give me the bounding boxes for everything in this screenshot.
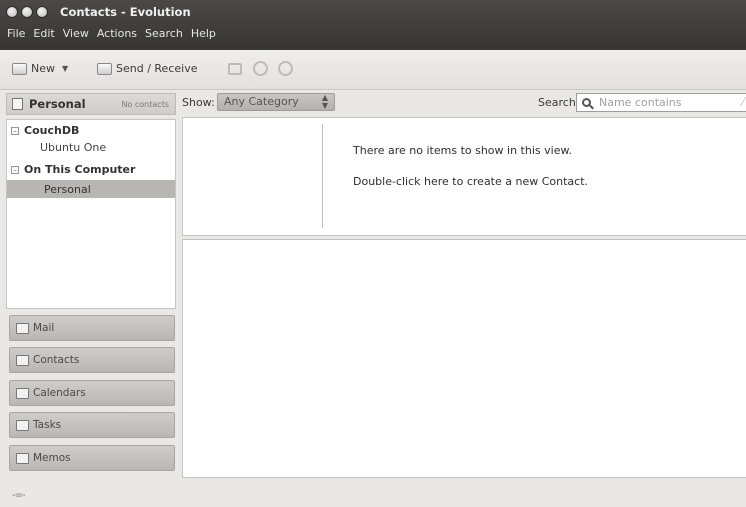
contact-count: No contacts [121,100,169,109]
minimize-window-button[interactable] [21,6,33,18]
tree-group-on-this-computer[interactable]: – On This Computer [7,162,175,177]
category-select[interactable]: Any Category ▲ ▼ [217,93,335,111]
new-contact-icon [12,62,27,75]
switcher-mail[interactable]: Mail [9,315,175,341]
menu-edit[interactable]: Edit [32,27,55,40]
new-button-label: New [31,62,55,75]
menu-bar: File Edit View Actions Search Help [6,27,217,40]
title-bar: Contacts - Evolution File Edit View Acti… [0,0,746,50]
tree-item-label: Personal [44,182,91,196]
switcher-label: Memos [33,452,71,464]
search-label: Search: [538,96,580,109]
filter-bar: Show: Any Category ▲▼ Search: ⁄ [182,93,746,113]
contact-preview-pane [182,239,746,478]
select-arrows-icon: ▲ ▼ [321,93,328,110]
clear-search-icon[interactable]: ⁄ [742,95,744,109]
new-button[interactable]: New ▼ [12,62,68,75]
sidebar-title: Personal [29,97,86,111]
mail-icon [16,322,29,334]
sidebar-header: Personal No contacts [6,93,176,115]
tree-item-ubuntu-one[interactable]: Ubuntu One [7,140,175,155]
send-receive-button[interactable]: Send / Receive [97,62,197,75]
search-field[interactable]: ⁄ [576,93,746,112]
maximize-window-button[interactable] [36,6,48,18]
print-icon[interactable] [228,63,242,75]
switcher-memos[interactable]: Memos [9,445,175,471]
send-receive-label: Send / Receive [116,62,198,75]
tree-item-personal[interactable]: Personal [7,180,175,198]
tree-group-label: CouchDB [24,124,80,137]
contact-list[interactable]: There are no items to show in this view.… [182,117,746,236]
close-window-button[interactable] [6,6,18,18]
show-label: Show: [182,96,215,109]
dropdown-arrow-icon[interactable]: ▼ [62,64,68,73]
menu-file[interactable]: File [6,27,26,40]
send-receive-icon [97,62,112,75]
switcher-calendars[interactable]: Calendars [9,380,175,406]
address-book-icon [12,98,23,110]
create-contact-hint: Double-click here to create a new Contac… [353,175,589,188]
window-controls [6,6,48,18]
category-value: Any Category [224,95,299,108]
tree-item-label: Ubuntu One [40,141,107,154]
menu-help[interactable]: Help [190,27,217,40]
menu-view[interactable]: View [62,27,90,40]
menu-actions[interactable]: Actions [96,27,138,40]
switcher-tasks[interactable]: Tasks [9,412,175,438]
address-book-tree: – CouchDB Ubuntu One – On This Computer … [6,119,176,309]
menu-search[interactable]: Search [144,27,184,40]
switcher-label: Calendars [33,387,86,399]
tree-group-label: On This Computer [24,163,136,176]
calendar-icon [16,387,29,399]
switcher-label: Mail [33,322,55,334]
switcher-label: Tasks [33,419,62,431]
collapse-icon[interactable]: – [11,165,19,174]
memos-icon [16,452,29,464]
contacts-icon [16,354,29,366]
search-icon[interactable] [582,98,591,107]
collapse-icon[interactable]: – [11,126,19,135]
empty-message: There are no items to show in this view. [353,144,572,157]
tasks-icon [16,419,29,431]
switcher-label: Contacts [33,354,80,366]
window-title: Contacts - Evolution [60,5,191,19]
stop-icon[interactable] [253,61,268,76]
search-input[interactable] [599,96,739,109]
tree-group-couchdb[interactable]: – CouchDB [7,123,175,138]
toolbar: New ▼ Send / Receive [0,50,746,90]
sidebar-resize-grip[interactable]: -=- [12,490,26,501]
column-divider [322,124,323,228]
switcher-contacts[interactable]: Contacts [9,347,175,373]
delete-icon[interactable] [278,61,293,76]
